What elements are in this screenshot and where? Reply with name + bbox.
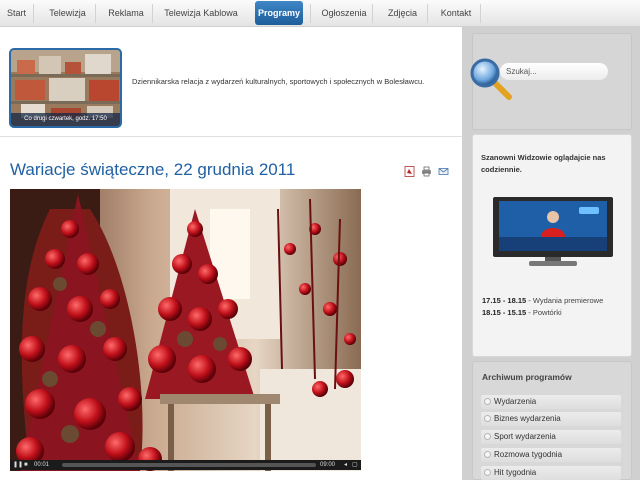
search-input[interactable]: [500, 63, 608, 80]
archive-item-label: Sport wydarzenia: [494, 432, 556, 441]
archive-item-sport-wydarzenia[interactable]: Sport wydarzenia: [481, 430, 621, 444]
viewer-greeting: Szanowni Widzowie oglądajcie nas codzien…: [481, 153, 606, 174]
page: Start Telewizja Reklama Telewizja Kablow…: [0, 0, 640, 480]
nav-item-telewizja[interactable]: Telewizja: [40, 0, 95, 27]
nav-item-telewizja-kablowa[interactable]: Telewizja Kablowa: [157, 0, 245, 27]
fullscreen-icon[interactable]: ▢: [352, 460, 360, 470]
nav-separator: [33, 4, 34, 23]
nav-item-kontakt[interactable]: Kontakt: [432, 0, 480, 27]
nav-separator: [152, 4, 153, 23]
thumbnail-caption: Co drugi czwartek, godz. 17:50: [11, 113, 120, 126]
archive-item-rozmowa-tygodnia[interactable]: Rozmowa tygodnia: [481, 448, 621, 462]
archive-title: Archiwum programów: [482, 372, 572, 382]
nav-separator: [480, 4, 481, 23]
archive-item-label: Hit tygodnia: [494, 468, 537, 477]
bullet-icon: [484, 469, 491, 476]
nav-separator: [427, 4, 428, 23]
tv-broadcast-image: [493, 197, 613, 266]
nav-separator: [95, 4, 96, 23]
nav-item-ogloszenia[interactable]: Ogłoszenia: [316, 0, 372, 27]
bullet-icon: [484, 451, 491, 458]
archive-item-label: Rozmowa tygodnia: [494, 450, 563, 459]
pdf-icon[interactable]: [404, 166, 415, 177]
play-pause-icon[interactable]: ❚❚: [13, 460, 23, 470]
time-elapsed: 00:01: [34, 462, 50, 468]
schedule-row: 18.15 - 15.15 - Powtórki: [482, 308, 562, 317]
bullet-icon: [484, 433, 491, 440]
nav-item-zdjecia[interactable]: Zdjęcia: [378, 0, 427, 27]
volume-icon[interactable]: ◂: [344, 460, 352, 470]
nav-separator: [372, 4, 373, 23]
archive-item-biznes-wydarzenia[interactable]: Biznes wydarzenia: [481, 412, 621, 426]
nav-item-start[interactable]: Start: [0, 0, 33, 27]
nav-separator: [310, 4, 311, 23]
time-total: 09:00: [320, 462, 336, 468]
program-description: Dziennikarska relacja z wydarzeń kultura…: [132, 77, 425, 86]
bullet-icon: [484, 398, 491, 405]
schedule-desc: - Powtórki: [526, 308, 562, 317]
christmas-decorations-video-frame: [10, 189, 361, 471]
seek-bar[interactable]: [62, 463, 316, 467]
nav-item-programy[interactable]: Programy: [255, 1, 303, 25]
bullet-icon: [484, 415, 491, 422]
video-player[interactable]: [10, 189, 361, 471]
schedule-time: 18.15 - 15.15: [482, 308, 527, 317]
page-title: Wariacje świąteczne, 22 grudnia 2011: [10, 160, 296, 179]
archive-item-label: Wydarzenia: [494, 397, 537, 406]
archive-item-label: Biznes wydarzenia: [494, 414, 561, 423]
schedule-desc: - Wydania premierowe: [526, 296, 604, 305]
nav-item-reklama[interactable]: Reklama: [100, 0, 152, 27]
program-thumbnail[interactable]: Co drugi czwartek, godz. 17:50: [9, 48, 122, 128]
video-controls: ❚❚ ■ 00:01 09:00 ◂ ▢: [10, 460, 361, 470]
schedule-row: 17.15 - 18.15 - Wydania premierowe: [482, 296, 603, 305]
print-icon[interactable]: [421, 166, 432, 177]
archive-item-wydarzenia[interactable]: Wydarzenia: [481, 395, 621, 409]
archive-item-hit-tygodnia[interactable]: Hit tygodnia: [481, 466, 621, 480]
email-icon[interactable]: [438, 166, 449, 177]
search-icon[interactable]: [468, 56, 514, 102]
main-nav: Start Telewizja Reklama Telewizja Kablow…: [0, 0, 640, 27]
stop-icon[interactable]: ■: [24, 460, 32, 470]
divider: [0, 136, 462, 137]
schedule-time: 17.15 - 18.15: [482, 296, 527, 305]
